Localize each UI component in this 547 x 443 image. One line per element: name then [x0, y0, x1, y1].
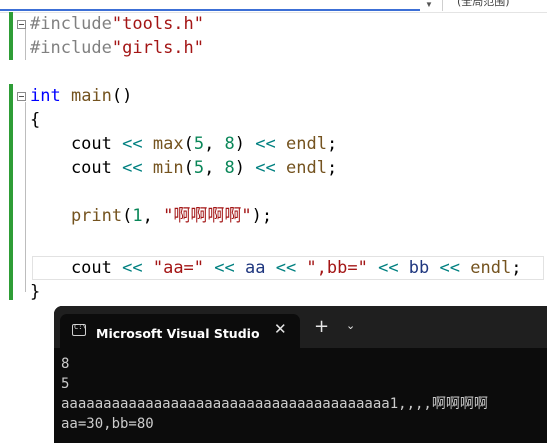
code-line-5: { — [30, 108, 40, 132]
terminal-tab-bar: C:\ Microsoft Visual Studio 调试控制台 ✕ + ⌄ — [54, 306, 547, 348]
change-marker-bar — [9, 12, 13, 60]
number-literal: 8 — [224, 158, 235, 178]
number-literal: 5 — [193, 158, 205, 178]
output-line: aa=30,bb=80 — [61, 416, 154, 432]
output-line: 5 — [61, 376, 70, 392]
punctuation: ; — [326, 158, 338, 178]
debug-console-window[interactable]: C:\ Microsoft Visual Studio 调试控制台 ✕ + ⌄ … — [54, 306, 547, 443]
operator: << — [275, 258, 297, 278]
fold-toggle-icon[interactable] — [17, 92, 26, 101]
identifier: cout — [30, 258, 123, 278]
include-file: "tools.h" — [111, 14, 205, 34]
punctuation: , — [142, 206, 164, 226]
identifier: bb — [398, 258, 440, 278]
punctuation: , — [204, 158, 225, 178]
terminal-icon: C:\ — [72, 323, 87, 336]
operator: << — [122, 258, 143, 278]
identifier: cout — [30, 158, 123, 178]
function-call: print — [30, 206, 123, 226]
punctuation: ; — [326, 134, 338, 154]
number-literal: 1 — [132, 206, 143, 226]
code-line-7: cout << min(5, 8) << endl; — [30, 156, 337, 180]
fold-guide — [25, 102, 26, 292]
punctuation: ) — [234, 158, 256, 178]
chevron-down-icon[interactable]: ⌄ — [346, 319, 355, 332]
punctuation: , — [204, 134, 225, 154]
code-line-1: #include"tools.h" — [30, 12, 204, 36]
active-file-indicator — [0, 9, 420, 11]
close-icon[interactable]: ✕ — [274, 320, 287, 338]
punctuation: ( — [183, 134, 194, 154]
output-line: aaaaaaaaaaaaaaaaaaaaaaaaaaaaaaaaaaaaaaa1… — [61, 396, 488, 412]
code-line-12: } — [30, 280, 40, 304]
identifier: endl — [275, 134, 327, 154]
console-output: 8 5 aaaaaaaaaaaaaaaaaaaaaaaaaaaaaaaaaaaa… — [61, 354, 541, 434]
scope-dropdown-label: (全局范围) — [457, 0, 510, 8]
function-name: main — [60, 86, 112, 106]
identifier: endl — [460, 258, 512, 278]
identifier: endl — [275, 158, 327, 178]
preprocessor-directive: #include — [30, 14, 112, 34]
chevron-down-icon[interactable]: ▼ — [425, 0, 433, 9]
fold-toggle-icon[interactable] — [17, 20, 26, 29]
operator: << — [255, 134, 276, 154]
punctuation: ; — [511, 258, 522, 278]
operator: << — [439, 258, 460, 278]
include-file: "girls.h" — [111, 38, 205, 58]
brace: } — [30, 282, 41, 302]
punctuation: ( — [122, 206, 133, 226]
change-marker-bar — [9, 84, 13, 300]
number-literal: 5 — [193, 134, 205, 154]
operator: << — [255, 158, 276, 178]
operator: << — [122, 158, 143, 178]
punctuation: ); — [251, 206, 273, 226]
brace: { — [30, 110, 41, 130]
new-tab-button[interactable]: + — [314, 316, 329, 337]
string-literal: ",bb=" — [296, 258, 379, 278]
operator: << — [378, 258, 399, 278]
identifier: aa — [234, 258, 276, 278]
tab-title: Microsoft Visual Studio 调试控制台 — [96, 326, 264, 341]
operator: << — [214, 258, 235, 278]
fold-guide — [25, 24, 26, 60]
function-call: min — [142, 158, 184, 178]
operator: << — [122, 134, 143, 154]
function-call: max — [142, 134, 184, 154]
code-editor[interactable]: #include"tools.h" #include"girls.h" int … — [0, 12, 547, 312]
code-line-2: #include"girls.h" — [30, 36, 204, 60]
number-literal: 8 — [224, 134, 235, 154]
punctuation: ( — [183, 158, 194, 178]
output-line: 8 — [61, 356, 70, 372]
identifier: cout — [30, 134, 123, 154]
tab-debug-console[interactable]: C:\ Microsoft Visual Studio 调试控制台 ✕ — [60, 314, 300, 348]
code-line-11: cout << "aa=" << aa << ",bb=" << bb << e… — [30, 256, 522, 280]
code-line-6: cout << max(5, 8) << endl; — [30, 132, 337, 156]
code-line-9: print(1, "啊啊啊啊"); — [30, 204, 272, 228]
punctuation: ) — [234, 134, 256, 154]
string-literal: "aa=" — [142, 258, 215, 278]
preprocessor-directive: #include — [30, 38, 112, 58]
scope-dropdown[interactable]: (全局范围) — [442, 0, 547, 11]
string-literal: "啊啊啊啊" — [163, 206, 252, 226]
code-line-4: int main() — [30, 84, 132, 108]
type-keyword: int — [30, 86, 61, 106]
punctuation: () — [111, 86, 133, 106]
